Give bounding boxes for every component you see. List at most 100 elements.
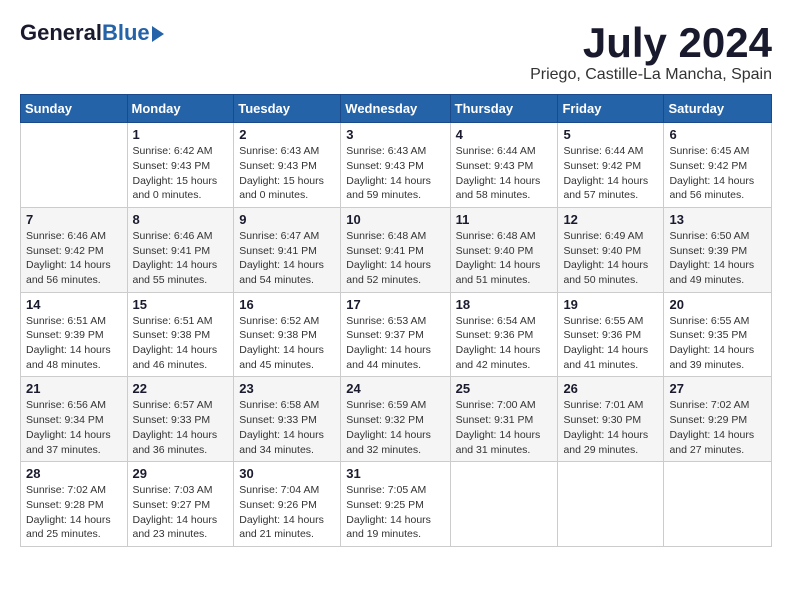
calendar-cell: 24 Sunrise: 6:59 AMSunset: 9:32 PMDayligh… — [341, 377, 450, 462]
day-number: 2 — [239, 127, 335, 142]
day-info: Sunrise: 6:51 AMSunset: 9:39 PMDaylight:… — [26, 314, 122, 373]
calendar-cell: 3Sunrise: 6:43 AMSunset: 9:43 PMDaylight… — [341, 123, 450, 208]
calendar-week-4: 21 Sunrise: 6:56 AMSunset: 9:34 PMDayligh… — [21, 377, 772, 462]
day-number: 13 — [669, 212, 766, 227]
month-year-title: July 2024 — [530, 20, 772, 66]
day-number: 12 — [563, 212, 658, 227]
day-info: Sunrise: 6:46 AMSunset: 9:41 PMDaylight:… — [133, 229, 229, 288]
day-info: Sunrise: 6:47 AMSunset: 9:41 PMDaylight:… — [239, 229, 335, 288]
day-info: Sunrise: 6:44 AMSunset: 9:43 PMDaylight:… — [456, 144, 553, 203]
calendar-cell: 13 Sunrise: 6:50 AMSunset: 9:39 PMDayligh… — [664, 207, 772, 292]
calendar-cell: 31 Sunrise: 7:05 AMSunset: 9:25 PMDayligh… — [341, 462, 450, 547]
logo: General Blue — [20, 20, 164, 46]
day-number: 29 — [133, 466, 229, 481]
calendar-cell: 2 Sunrise: 6:43 AMSunset: 9:43 PMDaylight… — [234, 123, 341, 208]
header-day-tuesday: Tuesday — [234, 95, 341, 123]
day-info: Sunrise: 7:03 AMSunset: 9:27 PMDaylight:… — [133, 483, 229, 542]
day-number: 24 — [346, 381, 444, 396]
calendar-cell — [450, 462, 558, 547]
page-header: General Blue July 2024 Priego, Castille-… — [20, 20, 772, 84]
day-number: 26 — [563, 381, 658, 396]
header-day-thursday: Thursday — [450, 95, 558, 123]
day-number: 31 — [346, 466, 444, 481]
day-number: 11 — [456, 212, 553, 227]
day-info: Sunrise: 6:57 AMSunset: 9:33 PMDaylight:… — [133, 398, 229, 457]
header-day-saturday: Saturday — [664, 95, 772, 123]
calendar-cell: 5 Sunrise: 6:44 AMSunset: 9:42 PMDaylight… — [558, 123, 664, 208]
calendar-cell: 6 Sunrise: 6:45 AMSunset: 9:42 PMDaylight… — [664, 123, 772, 208]
day-info: Sunrise: 6:46 AMSunset: 9:42 PMDaylight:… — [26, 229, 122, 288]
day-info: Sunrise: 6:53 AMSunset: 9:37 PMDaylight:… — [346, 314, 444, 373]
calendar-cell: 29 Sunrise: 7:03 AMSunset: 9:27 PMDayligh… — [127, 462, 234, 547]
header-day-sunday: Sunday — [21, 95, 128, 123]
calendar-cell: 9Sunrise: 6:47 AMSunset: 9:41 PMDaylight… — [234, 207, 341, 292]
day-info: Sunrise: 6:54 AMSunset: 9:36 PMDaylight:… — [456, 314, 553, 373]
day-info: Sunrise: 7:04 AMSunset: 9:26 PMDaylight:… — [239, 483, 335, 542]
calendar-cell: 10 Sunrise: 6:48 AMSunset: 9:41 PMDayligh… — [341, 207, 450, 292]
day-number: 5 — [563, 127, 658, 142]
calendar-cell: 4 Sunrise: 6:44 AMSunset: 9:43 PMDaylight… — [450, 123, 558, 208]
day-number: 17 — [346, 297, 444, 312]
day-number: 19 — [563, 297, 658, 312]
day-info: Sunrise: 6:48 AMSunset: 9:41 PMDaylight:… — [346, 229, 444, 288]
day-number: 6 — [669, 127, 766, 142]
day-number: 25 — [456, 381, 553, 396]
day-number: 23 — [239, 381, 335, 396]
calendar-table: SundayMondayTuesdayWednesdayThursdayFrid… — [20, 94, 772, 547]
title-section: July 2024 Priego, Castille-La Mancha, Sp… — [530, 20, 772, 84]
calendar-cell: 15 Sunrise: 6:51 AMSunset: 9:38 PMDayligh… — [127, 292, 234, 377]
header-day-friday: Friday — [558, 95, 664, 123]
day-info: Sunrise: 7:02 AMSunset: 9:29 PMDaylight:… — [669, 398, 766, 457]
day-info: Sunrise: 6:55 AMSunset: 9:36 PMDaylight:… — [563, 314, 658, 373]
calendar-cell: 12Sunrise: 6:49 AMSunset: 9:40 PMDayligh… — [558, 207, 664, 292]
day-number: 22 — [133, 381, 229, 396]
day-number: 10 — [346, 212, 444, 227]
calendar-cell — [664, 462, 772, 547]
day-number: 15 — [133, 297, 229, 312]
day-info: Sunrise: 6:51 AMSunset: 9:38 PMDaylight:… — [133, 314, 229, 373]
calendar-cell: 26 Sunrise: 7:01 AMSunset: 9:30 PMDayligh… — [558, 377, 664, 462]
calendar-cell: 19 Sunrise: 6:55 AMSunset: 9:36 PMDayligh… — [558, 292, 664, 377]
day-info: Sunrise: 6:58 AMSunset: 9:33 PMDaylight:… — [239, 398, 335, 457]
day-number: 14 — [26, 297, 122, 312]
location-text: Priego, Castille-La Mancha, Spain — [530, 66, 772, 84]
day-info: Sunrise: 6:44 AMSunset: 9:42 PMDaylight:… — [563, 144, 658, 203]
calendar-cell: 17 Sunrise: 6:53 AMSunset: 9:37 PMDayligh… — [341, 292, 450, 377]
calendar-cell: 30Sunrise: 7:04 AMSunset: 9:26 PMDayligh… — [234, 462, 341, 547]
calendar-cell: 16Sunrise: 6:52 AMSunset: 9:38 PMDayligh… — [234, 292, 341, 377]
calendar-cell: 25Sunrise: 7:00 AMSunset: 9:31 PMDayligh… — [450, 377, 558, 462]
day-info: Sunrise: 6:50 AMSunset: 9:39 PMDaylight:… — [669, 229, 766, 288]
header-row: SundayMondayTuesdayWednesdayThursdayFrid… — [21, 95, 772, 123]
day-number: 27 — [669, 381, 766, 396]
calendar-cell: 22 Sunrise: 6:57 AMSunset: 9:33 PMDayligh… — [127, 377, 234, 462]
day-info: Sunrise: 6:42 AMSunset: 9:43 PMDaylight:… — [133, 144, 229, 203]
day-number: 3 — [346, 127, 444, 142]
day-info: Sunrise: 6:45 AMSunset: 9:42 PMDaylight:… — [669, 144, 766, 203]
day-number: 1 — [133, 127, 229, 142]
calendar-cell: 21 Sunrise: 6:56 AMSunset: 9:34 PMDayligh… — [21, 377, 128, 462]
calendar-cell — [558, 462, 664, 547]
calendar-cell: 20Sunrise: 6:55 AMSunset: 9:35 PMDayligh… — [664, 292, 772, 377]
day-info: Sunrise: 6:43 AMSunset: 9:43 PMDaylight:… — [239, 144, 335, 203]
calendar-week-5: 28Sunrise: 7:02 AMSunset: 9:28 PMDayligh… — [21, 462, 772, 547]
calendar-cell: 11 Sunrise: 6:48 AMSunset: 9:40 PMDayligh… — [450, 207, 558, 292]
day-info: Sunrise: 6:56 AMSunset: 9:34 PMDaylight:… — [26, 398, 122, 457]
calendar-cell: 7Sunrise: 6:46 AMSunset: 9:42 PMDaylight… — [21, 207, 128, 292]
calendar-cell: 28Sunrise: 7:02 AMSunset: 9:28 PMDayligh… — [21, 462, 128, 547]
calendar-cell: 8Sunrise: 6:46 AMSunset: 9:41 PMDaylight… — [127, 207, 234, 292]
day-number: 4 — [456, 127, 553, 142]
day-number: 21 — [26, 381, 122, 396]
day-info: Sunrise: 6:48 AMSunset: 9:40 PMDaylight:… — [456, 229, 553, 288]
day-info: Sunrise: 6:52 AMSunset: 9:38 PMDaylight:… — [239, 314, 335, 373]
calendar-cell: 18Sunrise: 6:54 AMSunset: 9:36 PMDayligh… — [450, 292, 558, 377]
day-info: Sunrise: 6:55 AMSunset: 9:35 PMDaylight:… — [669, 314, 766, 373]
calendar-body: 1 Sunrise: 6:42 AMSunset: 9:43 PMDaylight… — [21, 123, 772, 547]
day-info: Sunrise: 7:01 AMSunset: 9:30 PMDaylight:… — [563, 398, 658, 457]
calendar-cell — [21, 123, 128, 208]
calendar-cell: 23 Sunrise: 6:58 AMSunset: 9:33 PMDayligh… — [234, 377, 341, 462]
day-info: Sunrise: 7:05 AMSunset: 9:25 PMDaylight:… — [346, 483, 444, 542]
day-info: Sunrise: 6:59 AMSunset: 9:32 PMDaylight:… — [346, 398, 444, 457]
calendar-week-3: 14 Sunrise: 6:51 AMSunset: 9:39 PMDayligh… — [21, 292, 772, 377]
calendar-week-2: 7Sunrise: 6:46 AMSunset: 9:42 PMDaylight… — [21, 207, 772, 292]
calendar-cell: 14 Sunrise: 6:51 AMSunset: 9:39 PMDayligh… — [21, 292, 128, 377]
